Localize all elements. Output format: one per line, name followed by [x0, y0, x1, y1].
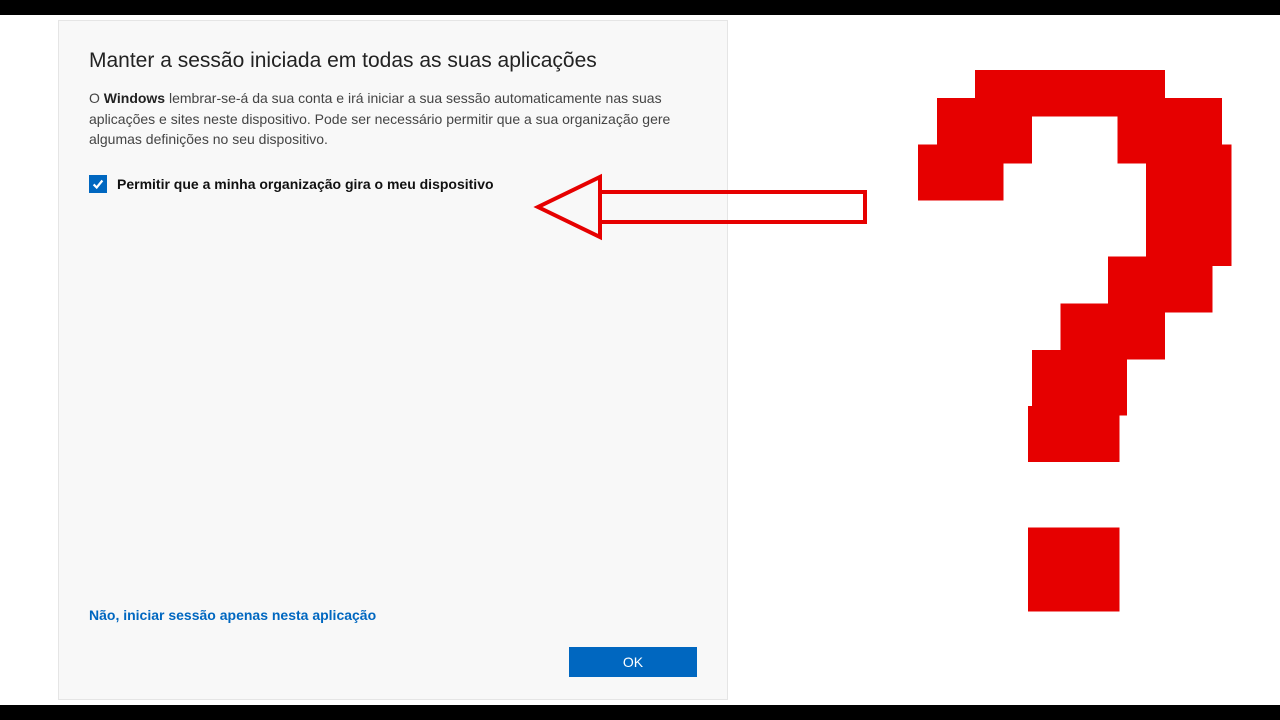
allow-org-manage-checkbox[interactable] [89, 175, 107, 193]
letterbox-bottom [0, 705, 1280, 720]
checkmark-icon [91, 177, 105, 191]
red-question-mark-annotation [880, 70, 1260, 630]
dialog-title: Manter a sessão iniciada em todas as sua… [89, 47, 697, 74]
allow-org-manage-label: Permitir que a minha organização gira o … [117, 176, 494, 193]
spacer [89, 193, 697, 607]
signin-this-app-only-link[interactable]: Não, iniciar sessão apenas nesta aplicaç… [89, 607, 697, 623]
desc-strong: Windows [104, 90, 165, 106]
desc-lead: O [89, 90, 104, 106]
letterbox-top [0, 0, 1280, 15]
button-row: OK [89, 647, 697, 677]
desc-rest: lembrar-se-á da sua conta e irá iniciar … [89, 90, 670, 147]
dialog-description: O Windows lembrar-se-á da sua conta e ir… [89, 88, 697, 149]
signin-dialog: Manter a sessão iniciada em todas as sua… [58, 20, 728, 700]
allow-org-manage-row[interactable]: Permitir que a minha organização gira o … [89, 175, 697, 193]
ok-button[interactable]: OK [569, 647, 697, 677]
